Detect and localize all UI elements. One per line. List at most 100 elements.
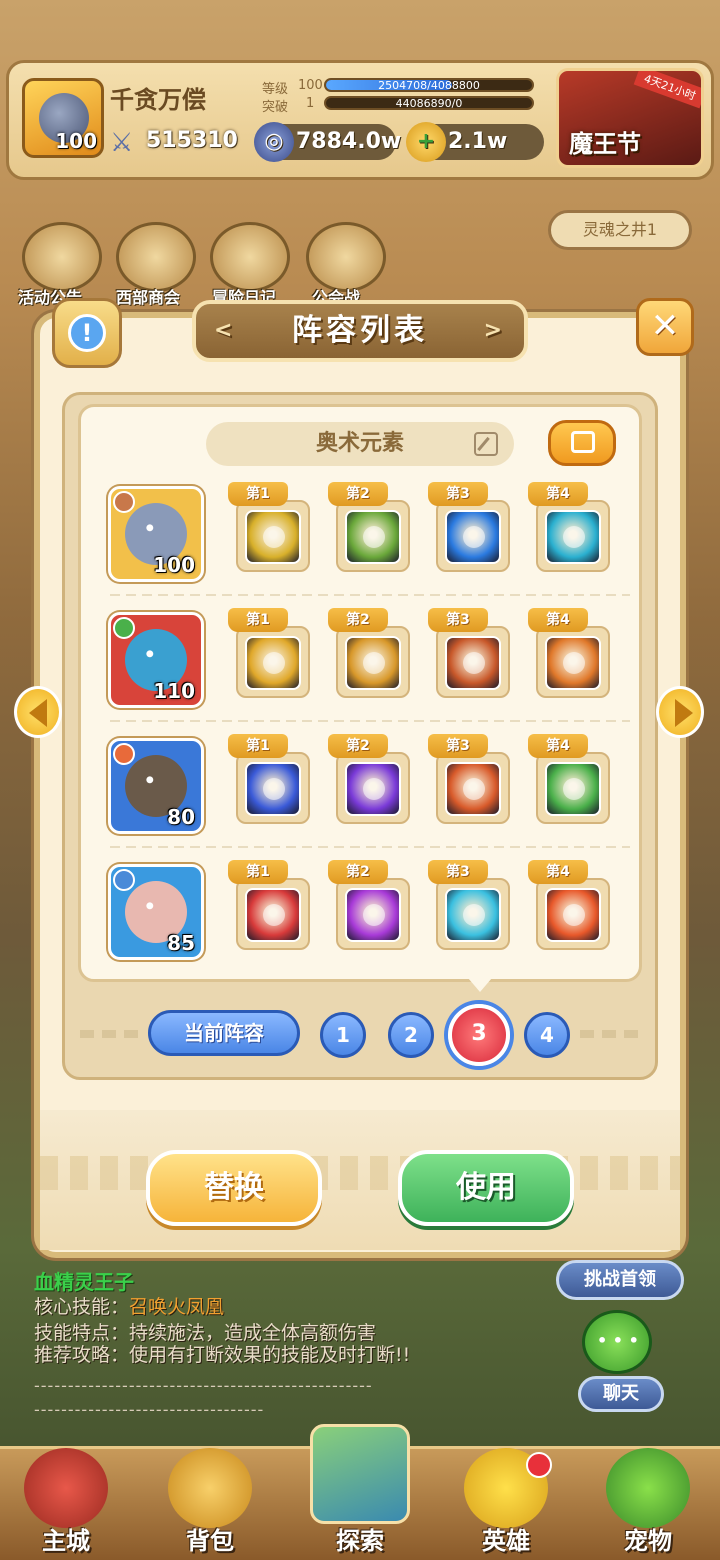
event-label: 魔王节 — [569, 130, 641, 158]
skill-slot-tag: 第3 — [428, 608, 488, 632]
skill-slot[interactable] — [436, 626, 510, 698]
currency1-display[interactable]: ◎ 7884.0w — [254, 122, 401, 162]
level-number: 100 — [298, 78, 323, 93]
diary-icon[interactable] — [210, 222, 290, 292]
player-power: 515310 — [146, 128, 238, 153]
skill-slot-tag: 第1 — [228, 482, 288, 506]
challenge-boss-button[interactable]: 挑战首领 — [556, 1260, 684, 1300]
skill-slot-tag: 第4 — [528, 482, 588, 506]
map-icon — [310, 1424, 410, 1524]
skill-slot-tag: 第3 — [428, 482, 488, 506]
formation-name[interactable]: 奥术元素 — [206, 422, 514, 466]
hero-level: 85 — [167, 931, 195, 955]
skill-icon — [245, 636, 301, 690]
skill-slot[interactable] — [336, 626, 410, 698]
modal-title-text: 阵容列表 — [292, 313, 428, 348]
nav-label: 宠物 — [624, 1527, 672, 1555]
next-arrow-button[interactable] — [656, 686, 704, 738]
castle-icon — [24, 1448, 108, 1528]
strategy-line: 推荐攻略：使用有打断效果的技能及时打断!! — [34, 1340, 410, 1367]
skill-slot-tag: 第3 — [428, 734, 488, 758]
skill-slot-tag: 第3 — [428, 860, 488, 884]
skill-slot-tag: 第2 — [328, 860, 388, 884]
guild-war-icon[interactable] — [306, 222, 386, 292]
skill-icon — [545, 762, 601, 816]
card-pointer — [468, 978, 492, 992]
divider-text: ----------------------------------------… — [34, 1376, 373, 1395]
nav-explore[interactable]: 探索 — [300, 1424, 420, 1560]
info-button[interactable]: ! — [52, 298, 122, 368]
level-label: 等级 — [262, 82, 289, 97]
lineup-slot-2[interactable]: 2 — [388, 1012, 434, 1058]
event-timer: 4天21小时 — [633, 71, 701, 109]
nav-main-city[interactable]: 主城 — [6, 1446, 126, 1560]
modal-footer — [40, 1110, 680, 1250]
skill-icon — [245, 888, 301, 942]
strategy-label: 推荐攻略： — [34, 1344, 130, 1366]
announcement-icon[interactable] — [22, 222, 102, 292]
lineup-slot-4[interactable]: 4 — [524, 1012, 570, 1058]
nav-heroes[interactable]: 英雄 — [446, 1446, 566, 1560]
row-divider — [110, 846, 630, 848]
current-lineup-button[interactable]: 当前阵容 — [148, 1010, 300, 1056]
skill-slot-tag: 第4 — [528, 860, 588, 884]
hero-card[interactable]: 80 — [108, 738, 204, 834]
close-button[interactable]: ✕ — [636, 298, 694, 356]
currency2-value: 2.1w — [448, 129, 508, 154]
skill-slot[interactable] — [336, 752, 410, 824]
skill-slot[interactable] — [336, 878, 410, 950]
arrow-right-icon — [675, 699, 693, 727]
skill-slot-tag: 第4 — [528, 608, 588, 632]
skill-icon — [345, 636, 401, 690]
gold-plus-icon: + — [406, 122, 446, 162]
skill-slot-tag: 第4 — [528, 734, 588, 758]
edit-icon[interactable] — [474, 432, 498, 456]
hero-level: 80 — [167, 805, 195, 829]
nav-label: 主城 — [42, 1527, 90, 1555]
exp-text: 2504708/4088800 — [378, 79, 480, 92]
hero-level: 100 — [153, 553, 195, 577]
soul-well-button[interactable]: 灵魂之井1 — [548, 210, 692, 250]
break-label: 突破 — [262, 100, 289, 115]
lineup-slot-1[interactable]: 1 — [320, 1012, 366, 1058]
skill-slot[interactable] — [236, 500, 310, 572]
skill-slot[interactable] — [536, 626, 610, 698]
event-banner[interactable]: 4天21小时 魔王节 — [556, 68, 704, 168]
hero-card[interactable]: 100 — [108, 486, 204, 582]
info-icon: ! — [68, 314, 106, 352]
skill-slot[interactable] — [536, 878, 610, 950]
skill-slot[interactable] — [236, 626, 310, 698]
nav-pets[interactable]: 宠物 — [588, 1446, 708, 1560]
share-button[interactable] — [548, 420, 616, 466]
player-avatar[interactable]: 100 — [22, 78, 104, 158]
skill-slot[interactable] — [436, 752, 510, 824]
hero-card[interactable]: 85 — [108, 864, 204, 960]
swirl-coin-icon: ◎ — [254, 122, 294, 162]
boss-name: 血精灵王子 — [34, 1270, 134, 1294]
lineup-slot-3[interactable]: 3 — [448, 1004, 510, 1066]
skill-slot[interactable] — [436, 500, 510, 572]
element-icon — [113, 743, 135, 765]
prev-arrow-button[interactable] — [14, 686, 62, 738]
menu-label-merchant: 西部商会 — [116, 288, 181, 307]
element-icon — [113, 617, 135, 639]
chat-button[interactable]: 聊天 — [578, 1376, 664, 1412]
currency2-display[interactable]: + 2.1w — [406, 122, 544, 162]
skill-slot[interactable] — [336, 500, 410, 572]
nav-label: 探索 — [336, 1527, 384, 1555]
skill-slot[interactable] — [236, 878, 310, 950]
player-name: 千贪万偿 — [110, 86, 206, 114]
chat-bubble-icon[interactable] — [582, 1310, 652, 1374]
strategy-value: 使用有打断效果的技能及时打断!! — [129, 1344, 411, 1366]
skill-slot[interactable] — [236, 752, 310, 824]
skill-slot[interactable] — [436, 878, 510, 950]
use-button[interactable]: 使用 — [398, 1150, 574, 1226]
title-deco-right-icon: > — [483, 318, 506, 343]
nav-backpack[interactable]: 背包 — [150, 1446, 270, 1560]
merchant-icon[interactable] — [116, 222, 196, 292]
replace-button[interactable]: 替换 — [146, 1150, 322, 1226]
hero-card[interactable]: 110 — [108, 612, 204, 708]
element-icon — [113, 491, 135, 513]
skill-slot[interactable] — [536, 500, 610, 572]
skill-slot[interactable] — [536, 752, 610, 824]
